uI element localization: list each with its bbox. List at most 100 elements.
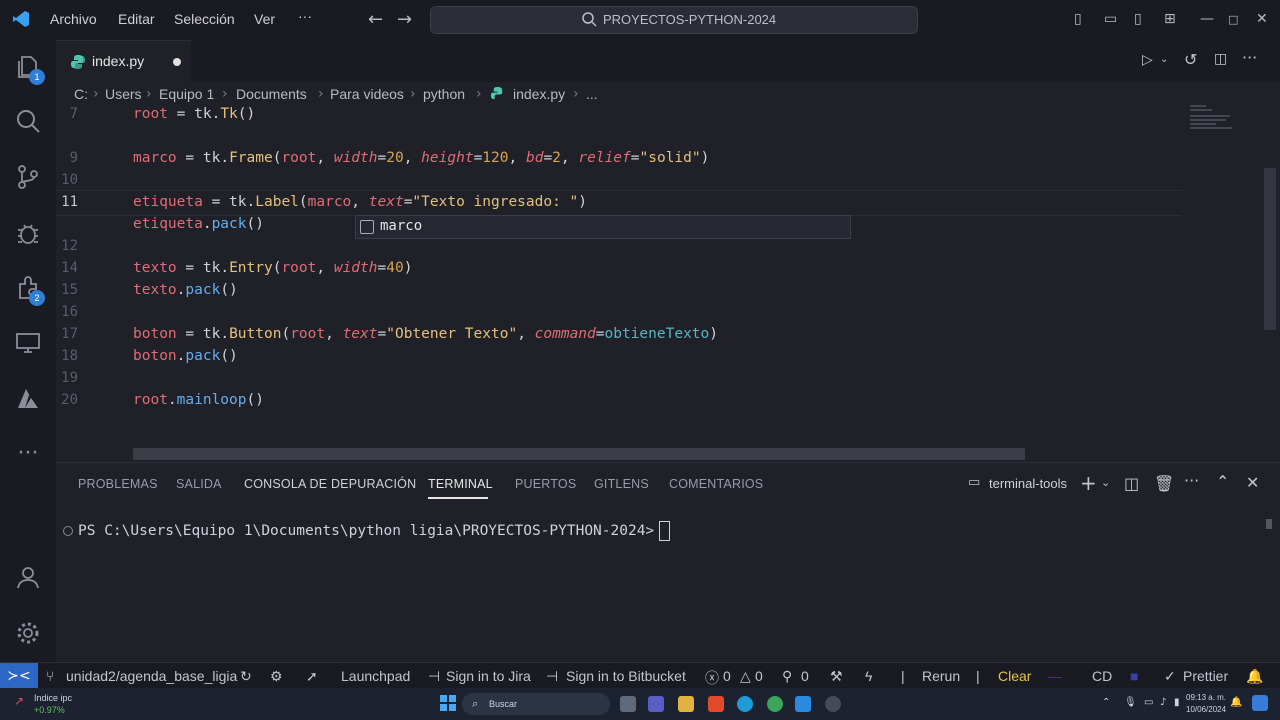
code-line[interactable]: root.mainloop() bbox=[133, 392, 264, 408]
breadcrumb-item[interactable]: Users bbox=[105, 86, 142, 102]
terminal-prompt[interactable]: PS C:\Users\Equipo 1\Documents\python li… bbox=[78, 523, 654, 539]
microphone-icon[interactable]: 🎙 bbox=[1124, 697, 1137, 708]
volume-icon[interactable]: ♪ bbox=[1160, 697, 1166, 708]
chevron-up-icon[interactable]: ⌃ bbox=[1102, 697, 1110, 708]
code-line[interactable]: texto = tk.Entry(root, width=40) bbox=[133, 260, 412, 276]
clear-button[interactable]: Clear bbox=[998, 668, 1031, 684]
prettier-item[interactable]: Prettier bbox=[1183, 668, 1228, 684]
code-line[interactable]: etiqueta.pack() bbox=[133, 216, 264, 232]
new-terminal-plus-icon[interactable]: + bbox=[1080, 471, 1097, 495]
tools-icon[interactable]: ⚒ bbox=[830, 668, 843, 685]
code-line[interactable]: boton.pack() bbox=[133, 348, 238, 364]
brave-browser-icon[interactable] bbox=[708, 696, 724, 712]
rerun-button[interactable]: Rerun bbox=[922, 668, 960, 684]
breadcrumb-item[interactable]: Equipo 1 bbox=[159, 86, 214, 102]
task-view-icon[interactable] bbox=[620, 696, 636, 712]
lightning-icon[interactable]: ϟ bbox=[865, 668, 872, 684]
github-desktop-icon[interactable] bbox=[825, 696, 841, 712]
minimize-icon[interactable]: — bbox=[1200, 11, 1214, 27]
sync-icon[interactable]: ↻ bbox=[240, 668, 252, 685]
windows-start-icon[interactable] bbox=[440, 695, 456, 715]
menu-more[interactable]: ··· bbox=[298, 8, 312, 24]
file-explorer-icon[interactable] bbox=[678, 696, 694, 712]
tab-index-py[interactable]: index.py bbox=[56, 40, 191, 83]
horizontal-scrollbar[interactable] bbox=[133, 448, 1025, 460]
code-line[interactable]: marco = tk.Frame(root, width=20, height=… bbox=[133, 150, 709, 166]
vertical-scrollbar[interactable] bbox=[1264, 168, 1276, 330]
warning-count[interactable]: 0 bbox=[755, 668, 763, 684]
settings-gear-icon[interactable] bbox=[14, 620, 42, 648]
more-actions-icon[interactable]: ··· bbox=[1184, 471, 1199, 490]
clock-time[interactable]: 09:13 a. m. bbox=[1186, 693, 1226, 702]
teams-icon[interactable] bbox=[648, 696, 664, 712]
timeline-history-icon[interactable]: ↺ bbox=[1184, 50, 1197, 69]
maximize-icon[interactable]: □ bbox=[1228, 13, 1238, 26]
code-line[interactable]: etiqueta = tk.Label(marco, text="Texto i… bbox=[133, 194, 587, 210]
git-compare-icon[interactable]: ⚙ bbox=[270, 668, 283, 685]
command-center-search[interactable]: PROYECTOS-PYTHON-2024 bbox=[430, 6, 918, 34]
bitbucket-sign-in[interactable]: Sign in to Bitbucket bbox=[566, 668, 686, 684]
back-arrow-icon[interactable]: ← bbox=[368, 9, 383, 30]
network-icon[interactable]: ▭ bbox=[1144, 697, 1153, 708]
run-icon[interactable]: ▷ bbox=[1142, 52, 1153, 68]
toggle-secondary-sidebar-icon[interactable]: ▯ bbox=[1134, 11, 1142, 27]
tab-salida[interactable]: SALIDA bbox=[176, 477, 222, 491]
autocomplete-item[interactable]: marco bbox=[380, 218, 422, 234]
more-views-icon[interactable]: ··· bbox=[14, 440, 42, 468]
menu-editar[interactable]: Editar bbox=[118, 11, 155, 27]
toggle-primary-sidebar-icon[interactable]: ▯ bbox=[1074, 11, 1082, 27]
trash-icon[interactable]: 🗑 bbox=[1154, 474, 1174, 493]
split-terminal-icon[interactable]: ◫ bbox=[1124, 474, 1139, 493]
vscode-taskbar-icon[interactable] bbox=[795, 696, 811, 712]
code-line[interactable]: boton = tk.Button(root, text="Obtener Te… bbox=[133, 326, 718, 342]
minimap[interactable] bbox=[1186, 102, 1246, 142]
code-line[interactable]: root = tk.Tk() bbox=[133, 106, 255, 122]
chevron-down-icon[interactable]: ⌄ bbox=[1101, 476, 1110, 489]
breadcrumb-item[interactable]: Para videos bbox=[330, 86, 404, 102]
notifications-bell-icon[interactable]: 🔔 bbox=[1246, 668, 1263, 685]
tab-terminal[interactable]: TERMINAL bbox=[428, 477, 493, 491]
forward-arrow-icon[interactable]: → bbox=[397, 9, 412, 30]
remote-indicator-icon[interactable]: ≻< bbox=[0, 663, 38, 689]
toggle-panel-icon[interactable]: ▭ bbox=[1104, 11, 1117, 27]
autocomplete-popup[interactable]: marco bbox=[355, 215, 851, 239]
tab-puertos[interactable]: PUERTOS bbox=[515, 477, 576, 491]
more-actions-icon[interactable]: ··· bbox=[1242, 48, 1257, 67]
customize-layout-icon[interactable]: ⊞ bbox=[1164, 11, 1176, 27]
menu-archivo[interactable]: Archivo bbox=[50, 11, 97, 27]
breadcrumb-item[interactable]: C: bbox=[74, 86, 88, 102]
chevron-up-icon[interactable]: ⌃ bbox=[1216, 472, 1229, 491]
code-line[interactable]: texto.pack() bbox=[133, 282, 238, 298]
unsaved-dot-icon[interactable] bbox=[173, 58, 181, 66]
menu-ver[interactable]: Ver bbox=[254, 11, 275, 27]
copilot-icon[interactable] bbox=[1252, 695, 1268, 711]
notification-bell-icon[interactable]: 🔔 bbox=[1230, 697, 1242, 708]
ports-count[interactable]: 0 bbox=[801, 668, 809, 684]
account-icon[interactable] bbox=[14, 564, 42, 592]
launchpad-item[interactable]: Launchpad bbox=[341, 668, 410, 684]
terminal-profile-label[interactable]: terminal-tools bbox=[989, 476, 1067, 491]
git-branch[interactable]: unidad2/agenda_base_ligia bbox=[66, 668, 237, 684]
taskbar-search-box[interactable]: ⌕ Buscar bbox=[462, 693, 610, 715]
menu-seleccion[interactable]: Selección bbox=[174, 11, 235, 27]
terminal-scrollbar[interactable] bbox=[1266, 519, 1272, 529]
breadcrumb-item[interactable]: index.py bbox=[513, 86, 565, 102]
close-panel-icon[interactable]: ✕ bbox=[1246, 473, 1259, 492]
breadcrumb-item[interactable]: python bbox=[423, 86, 465, 102]
tab-comentarios[interactable]: COMENTARIOS bbox=[669, 477, 763, 491]
battery-icon[interactable]: ▮ bbox=[1174, 697, 1180, 708]
jira-sign-in[interactable]: Sign in to Jira bbox=[446, 668, 531, 684]
chrome-browser-icon[interactable] bbox=[767, 696, 783, 712]
clock-date[interactable]: 10/06/2024 bbox=[1186, 705, 1226, 714]
edge-browser-icon[interactable] bbox=[737, 696, 753, 712]
split-editor-icon[interactable]: ◫ bbox=[1214, 51, 1227, 67]
breadcrumb-item[interactable]: ... bbox=[586, 86, 598, 102]
close-window-icon[interactable]: ✕ bbox=[1256, 11, 1268, 27]
stock-name[interactable]: Indice ipc bbox=[34, 693, 72, 703]
cd-button[interactable]: CD bbox=[1092, 668, 1112, 684]
tab-consola-depuracion[interactable]: CONSOLA DE DEPURACIÓN bbox=[244, 477, 416, 491]
error-count[interactable]: 0 bbox=[723, 668, 731, 684]
chevron-down-icon[interactable]: ⌄ bbox=[1160, 54, 1168, 65]
tab-gitlens[interactable]: GITLENS bbox=[594, 477, 649, 491]
tab-problemas[interactable]: PROBLEMAS bbox=[78, 477, 158, 491]
